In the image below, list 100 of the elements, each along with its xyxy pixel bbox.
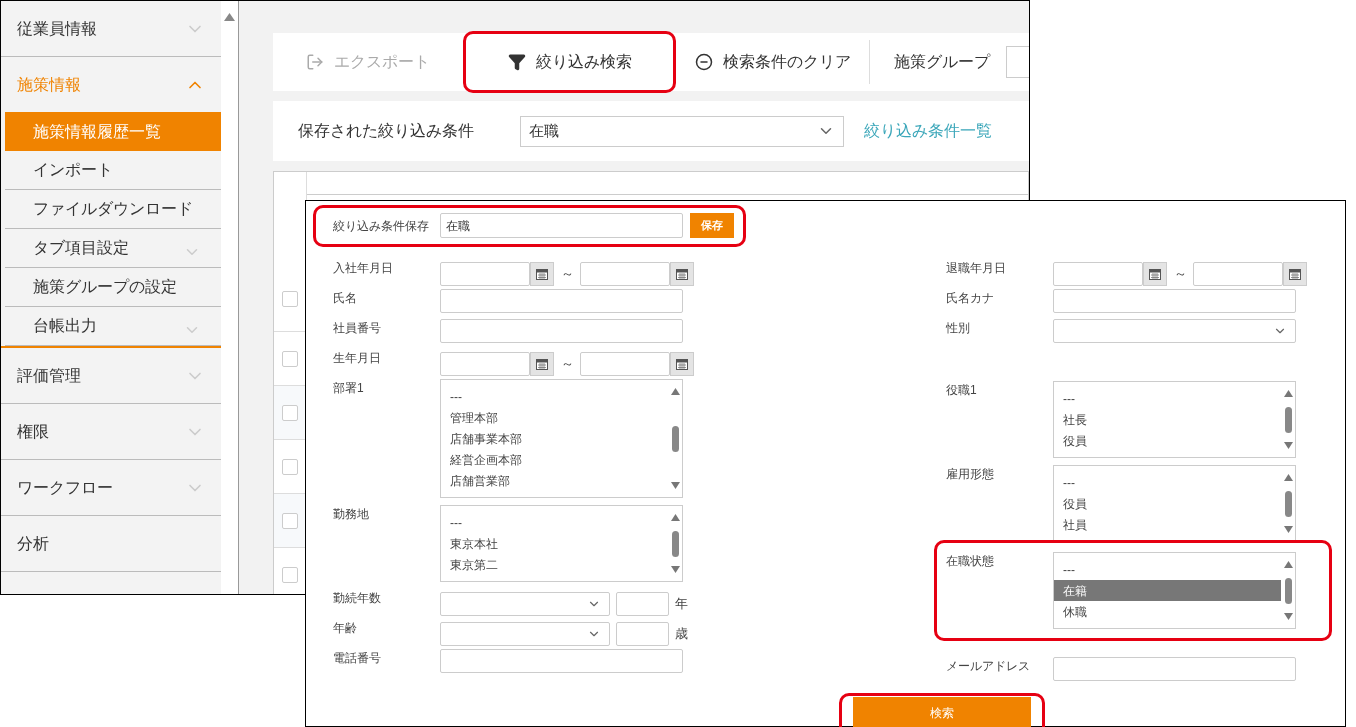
- calendar-icon: [676, 358, 688, 370]
- calendar-button[interactable]: [1283, 262, 1307, 286]
- text-field[interactable]: [440, 289, 683, 313]
- scroll-down-icon[interactable]: [1283, 613, 1293, 620]
- sidebar-item[interactable]: 分析: [1, 516, 221, 571]
- list-option[interactable]: 役員: [1054, 430, 1281, 451]
- field-label: 在職状態: [946, 553, 995, 570]
- checkbox[interactable]: [282, 404, 298, 421]
- checkbox[interactable]: [282, 512, 298, 529]
- saved-filter-select[interactable]: 在職: [520, 115, 844, 147]
- scroll-up-icon[interactable]: [1283, 390, 1293, 397]
- field-label: 生年月日: [333, 350, 382, 367]
- range-separator: ～: [559, 265, 575, 284]
- scroll-down-icon[interactable]: [1283, 442, 1293, 449]
- list-box[interactable]: --- 管理本部 店舗事業本部 経営企画本部 店舗営業部: [440, 379, 683, 498]
- list-option[interactable]: ---: [1054, 388, 1281, 409]
- saved-filter-label: 保存された絞り込み条件: [298, 121, 475, 141]
- text-field[interactable]: [440, 319, 683, 343]
- scrollbar-thumb[interactable]: [1284, 406, 1292, 433]
- number-field[interactable]: [616, 622, 669, 646]
- list-box[interactable]: --- 在籍 休職: [1053, 552, 1296, 629]
- calendar-button[interactable]: [670, 262, 694, 286]
- scroll-up-icon[interactable]: [670, 514, 680, 521]
- scroll-down-icon[interactable]: [1283, 526, 1293, 533]
- field-label: メールアドレス: [946, 658, 1031, 675]
- list-option[interactable]: 経営企画本部: [441, 449, 668, 470]
- list-option[interactable]: ---: [441, 386, 668, 407]
- calendar-icon: [1149, 268, 1161, 280]
- scroll-up-icon[interactable]: [1283, 561, 1293, 568]
- list-option[interactable]: 東京第二: [441, 554, 668, 575]
- checkbox[interactable]: [282, 458, 298, 475]
- calendar-button[interactable]: [670, 352, 694, 376]
- list-option[interactable]: 店舗事業本部: [441, 428, 668, 449]
- list-option[interactable]: 社長: [1054, 409, 1281, 430]
- scroll-up-icon[interactable]: [1283, 474, 1293, 481]
- calendar-button[interactable]: [530, 352, 554, 376]
- scrollbar-thumb[interactable]: [1284, 490, 1292, 517]
- field-label: 退職年月日: [946, 260, 1007, 277]
- toolbar-button[interactable]: 絞り込み検索: [463, 33, 676, 91]
- checkbox[interactable]: [282, 291, 298, 307]
- list-option[interactable]: 在籍: [1054, 580, 1281, 601]
- text-field[interactable]: [1053, 289, 1296, 313]
- calendar-button[interactable]: [530, 262, 554, 286]
- field-label: 部署1: [333, 380, 365, 397]
- scroll-down-icon[interactable]: [670, 482, 680, 489]
- calendar-icon: [676, 268, 688, 280]
- date-field[interactable]: [580, 262, 670, 286]
- field-label: 年齢: [333, 620, 358, 637]
- list-option[interactable]: 管理本部: [441, 407, 668, 428]
- calendar-icon: [536, 268, 548, 280]
- date-field[interactable]: [1053, 262, 1143, 286]
- list-option[interactable]: 役員: [1054, 493, 1281, 514]
- calendar-icon: [1289, 268, 1301, 280]
- scroll-down-icon[interactable]: [670, 566, 680, 573]
- unit-label: 歳: [675, 625, 688, 644]
- field-label: 氏名カナ: [946, 290, 995, 307]
- list-box[interactable]: --- 社長 役員: [1053, 381, 1296, 458]
- checkbox[interactable]: [282, 566, 298, 583]
- list-box[interactable]: --- 東京本社 東京第二: [440, 505, 683, 582]
- field-label: 勤続年数: [333, 590, 382, 607]
- list-option[interactable]: ---: [1054, 559, 1281, 580]
- calendar-button[interactable]: [1143, 262, 1167, 286]
- checkbox[interactable]: [282, 350, 298, 367]
- field-label: 社員番号: [333, 320, 382, 337]
- date-field[interactable]: [440, 262, 530, 286]
- list-option[interactable]: ---: [1054, 472, 1281, 493]
- minus-circle-icon: [694, 53, 713, 71]
- select-field[interactable]: [440, 592, 610, 616]
- funnel-icon: [507, 53, 526, 71]
- toolbar-button[interactable]: 検索条件のクリア: [676, 33, 869, 91]
- date-field[interactable]: [440, 352, 530, 376]
- date-field[interactable]: [580, 352, 670, 376]
- text-field[interactable]: [440, 649, 683, 673]
- field-label: 性別: [946, 320, 971, 337]
- sidebar-item[interactable]: ワークフロー: [1, 460, 221, 515]
- range-separator: ～: [1172, 265, 1188, 284]
- scroll-up-icon[interactable]: [224, 13, 235, 21]
- scrollbar-thumb[interactable]: [671, 530, 679, 557]
- list-option[interactable]: ---: [441, 512, 668, 533]
- number-field[interactable]: [616, 592, 669, 616]
- field-label: 氏名: [333, 290, 358, 307]
- field-label: 勤務地: [333, 506, 370, 523]
- text-field[interactable]: [1053, 657, 1296, 681]
- select-field[interactable]: [1053, 319, 1296, 343]
- list-option[interactable]: 休職: [1054, 601, 1281, 622]
- scrollbar-thumb[interactable]: [1284, 577, 1292, 604]
- sidebar-item[interactable]: 権限: [1, 404, 221, 459]
- sidebar-item[interactable]: 評価管理: [1, 348, 221, 403]
- list-option[interactable]: 店舗営業部: [441, 470, 668, 491]
- sidebar-item[interactable]: 従業員情報: [1, 1, 221, 56]
- filter-name-field[interactable]: 在職: [440, 213, 683, 238]
- field-label: 入社年月日: [333, 260, 394, 277]
- list-box[interactable]: --- 役員 社員: [1053, 465, 1296, 542]
- date-field[interactable]: [1193, 262, 1283, 286]
- calendar-icon: [536, 358, 548, 370]
- scroll-up-icon[interactable]: [670, 388, 680, 395]
- list-option[interactable]: 東京本社: [441, 533, 668, 554]
- list-option[interactable]: 社員: [1054, 514, 1281, 535]
- scrollbar-thumb[interactable]: [671, 425, 679, 452]
- select-field[interactable]: [440, 622, 610, 646]
